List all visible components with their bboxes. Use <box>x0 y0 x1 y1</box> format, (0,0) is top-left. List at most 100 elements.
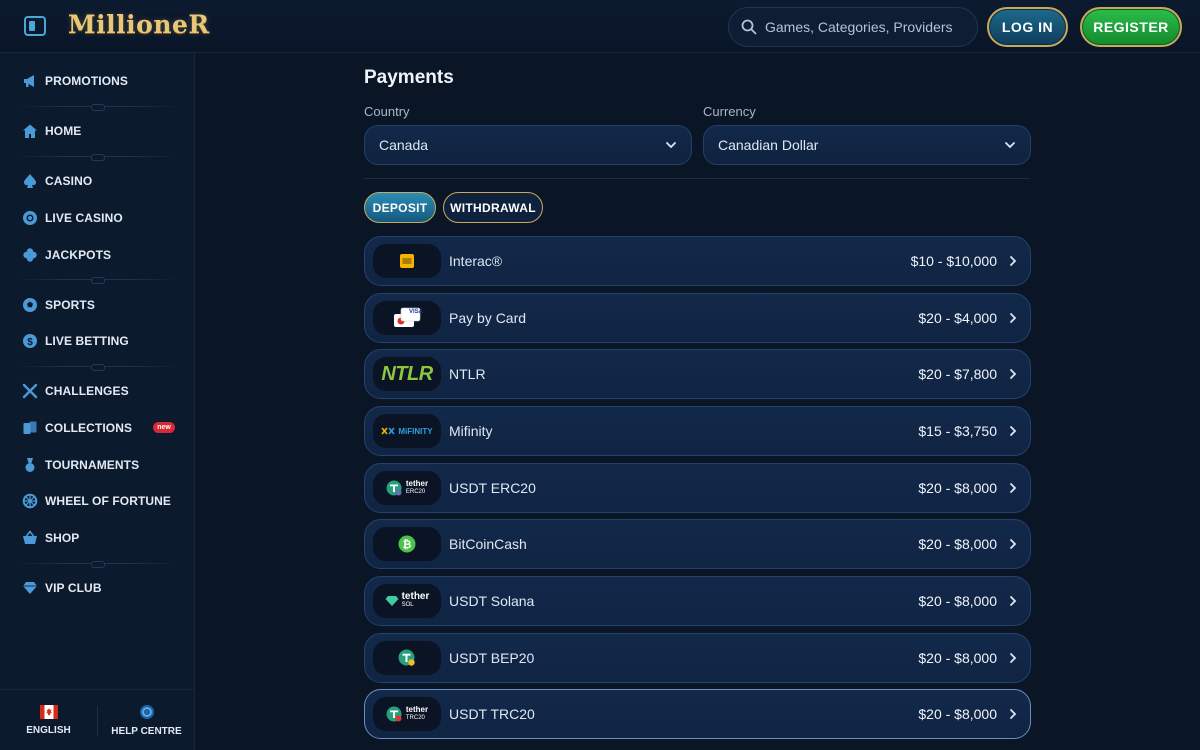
sidebar-item-jackpots[interactable]: JACKPOTS <box>22 243 187 267</box>
payment-method-row[interactable]: MiFINITY Mifinity $15 - $3,750 <box>364 406 1031 456</box>
chevron-right-icon <box>1010 653 1017 663</box>
tab-deposit[interactable]: DEPOSIT <box>364 192 436 223</box>
payment-method-row[interactable]: Interac® $10 - $10,000 <box>364 236 1031 286</box>
section-divider <box>364 178 1030 179</box>
payment-method-range: $20 - $8,000 <box>918 593 997 609</box>
sidebar-item-shop[interactable]: SHOP <box>22 526 187 550</box>
sidebar-item-wheel-of-fortune[interactable]: WHEEL OF FORTUNE <box>22 489 187 513</box>
card-logo: VISA <box>373 301 441 335</box>
sidebar-item-label: WHEEL OF FORTUNE <box>45 494 172 508</box>
sidebar-footer: ENGLISH HELP CENTRE <box>0 689 195 750</box>
currency-select[interactable]: Canadian Dollar <box>703 125 1031 165</box>
ntlr-logo-text: NTLR <box>381 362 433 385</box>
tether-logo-text: tether <box>405 479 429 488</box>
tether-icon <box>386 480 402 496</box>
payment-method-range: $20 - $7,800 <box>918 366 997 382</box>
sidebar: PROMOTIONS HOME CASINO LIVE CASINO JACKP… <box>0 53 195 750</box>
sidebar-item-collections[interactable]: COLLECTIONS new <box>22 416 187 440</box>
tab-withdrawal[interactable]: WITHDRAWAL <box>443 192 543 223</box>
sidebar-item-home[interactable]: HOME <box>22 119 187 143</box>
country-label: Country <box>364 104 410 119</box>
tether-trc20-logo: tether TRC20 <box>373 697 441 731</box>
sidebar-toggle-icon[interactable] <box>24 16 46 36</box>
login-button[interactable]: LOG IN <box>987 7 1068 47</box>
tether-icon <box>386 706 402 722</box>
sidebar-divider <box>15 561 180 568</box>
payment-method-name: Pay by Card <box>449 310 527 326</box>
svg-text:$: $ <box>27 337 33 348</box>
sidebar-item-label: HOME <box>45 124 82 138</box>
payment-method-range: $10 - $10,000 <box>910 253 997 269</box>
sidebar-item-label: CHALLENGES <box>45 384 129 398</box>
sidebar-item-label: TOURNAMENTS <box>45 458 140 472</box>
payment-method-range: $20 - $8,000 <box>918 706 997 722</box>
language-selector[interactable]: ENGLISH <box>0 690 97 750</box>
chevron-down-icon <box>1005 142 1015 149</box>
payment-method-row[interactable]: tether TRC20 USDT TRC20 $20 - $8,000 <box>364 689 1031 739</box>
sidebar-item-casino[interactable]: CASINO <box>22 169 187 193</box>
payment-method-name: USDT ERC20 <box>449 480 536 496</box>
megaphone-icon <box>22 73 38 89</box>
chevron-right-icon <box>1010 596 1017 606</box>
payment-method-name: NTLR <box>449 366 486 382</box>
payment-method-row[interactable]: NTLR NTLR $20 - $7,800 <box>364 349 1031 399</box>
sidebar-item-label: LIVE BETTING <box>45 334 129 348</box>
sidebar-item-label: SPORTS <box>45 298 95 312</box>
payment-method-name: USDT BEP20 <box>449 650 535 666</box>
sidebar-divider <box>15 364 180 371</box>
payment-method-range: $15 - $3,750 <box>918 423 997 439</box>
swords-icon <box>22 383 38 399</box>
payment-method-row[interactable]: tether ERC20 USDT ERC20 $20 - $8,000 <box>364 463 1031 513</box>
sidebar-item-promotions[interactable]: PROMOTIONS <box>22 69 187 93</box>
mifinity-logo: MiFINITY <box>373 414 441 448</box>
chevron-right-icon <box>1010 709 1017 719</box>
tether-icon <box>398 649 415 666</box>
register-button[interactable]: REGISTER <box>1080 7 1182 47</box>
chevron-down-icon <box>666 142 676 149</box>
payment-method-name: USDT TRC20 <box>449 706 535 722</box>
tether-network-text: ERC20 <box>405 489 426 495</box>
sidebar-divider <box>15 104 180 111</box>
diamond-icon <box>22 580 38 596</box>
sidebar-item-live-betting[interactable]: $ LIVE BETTING <box>22 329 187 353</box>
tether-logo-text: tether <box>405 705 429 714</box>
payment-method-range: $20 - $8,000 <box>918 480 997 496</box>
chevron-right-icon <box>1010 256 1017 266</box>
chip-icon <box>22 210 38 226</box>
search-input[interactable] <box>765 19 965 35</box>
sidebar-item-challenges[interactable]: CHALLENGES <box>22 379 187 403</box>
payment-method-row[interactable]: USDT BEP20 $20 - $8,000 <box>364 633 1031 683</box>
payment-method-row[interactable]: tether SOL USDT Solana $20 - $8,000 <box>364 576 1031 626</box>
bitcoincash-logo: ₿ <box>373 527 441 561</box>
tether-erc20-logo: tether ERC20 <box>373 471 441 505</box>
sidebar-item-label: SHOP <box>45 531 80 545</box>
sidebar-item-label: VIP CLUB <box>45 581 102 595</box>
tether-network-text: SOL <box>401 602 414 608</box>
mifinity-logo-text: MiFINITY <box>398 426 433 436</box>
visa-text: VISA <box>409 309 424 315</box>
chevron-right-icon <box>1010 369 1017 379</box>
tether-sol-logo: tether SOL <box>373 584 441 618</box>
payment-method-name: Mifinity <box>449 423 493 439</box>
payment-method-row[interactable]: VISA Pay by Card $20 - $4,000 <box>364 293 1031 343</box>
sidebar-item-vip-club[interactable]: VIP CLUB <box>22 576 187 600</box>
country-value: Canada <box>379 137 429 153</box>
currency-value: Canadian Dollar <box>718 137 819 153</box>
sidebar-divider <box>15 277 180 284</box>
sidebar-item-tournaments[interactable]: TOURNAMENTS <box>22 453 187 477</box>
tether-bep20-logo <box>373 641 441 675</box>
country-select[interactable]: Canada <box>364 125 692 165</box>
mifinity-x-icon <box>381 427 396 435</box>
payment-method-row[interactable]: ₿ BitCoinCash $20 - $8,000 <box>364 519 1031 569</box>
site-logo[interactable]: MillioneR <box>68 10 210 39</box>
sidebar-item-live-casino[interactable]: LIVE CASINO <box>22 206 187 230</box>
coin-icon: $ <box>22 333 38 349</box>
basket-icon <box>22 530 38 546</box>
bitcoin-cash-icon: ₿ <box>398 535 416 553</box>
search-box[interactable] <box>728 7 978 47</box>
help-centre-link[interactable]: HELP CENTRE <box>98 690 195 750</box>
tether-logo-text: tether <box>401 591 430 602</box>
sidebar-item-sports[interactable]: SPORTS <box>22 293 187 317</box>
chevron-right-icon <box>1010 483 1017 493</box>
help-centre-label: HELP CENTRE <box>111 725 182 737</box>
